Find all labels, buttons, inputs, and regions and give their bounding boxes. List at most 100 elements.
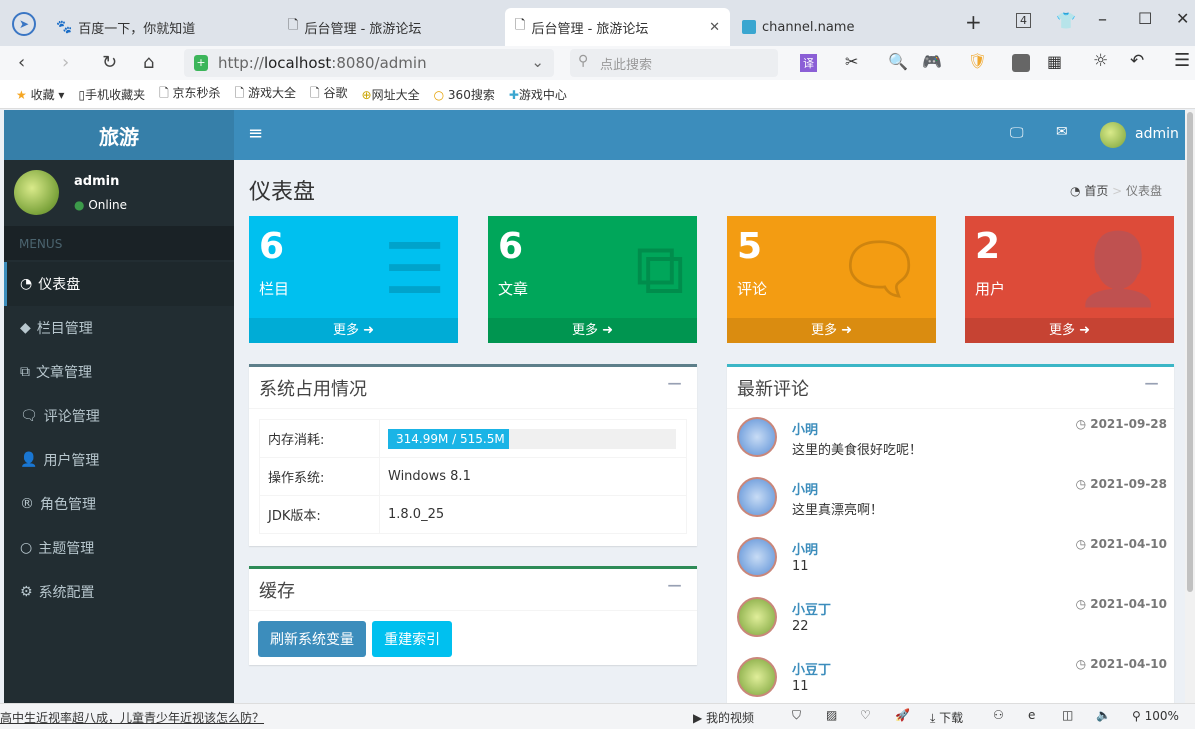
user-icon: 👤: [20, 452, 38, 468]
bookmarks-bar: ★ 收藏 ▾ ▯手机收藏夹 🗋 京东秒杀 🗋 游戏大全 🗋 谷歌 ⊕网址大全 ○…: [0, 80, 1195, 109]
menu-icon[interactable]: ☰: [1174, 50, 1190, 71]
breadcrumb-home[interactable]: 首页: [1084, 184, 1108, 198]
sidebar-user-name: admin: [74, 174, 120, 189]
registered-icon: ®: [20, 496, 34, 512]
more-link[interactable]: 更多 ➜: [965, 318, 1174, 343]
collapse-icon[interactable]: −: [666, 371, 683, 395]
tab-admin-1[interactable]: 🗋 后台管理 - 旅游论坛: [278, 8, 503, 46]
tab-channel[interactable]: channel.name: [732, 8, 912, 46]
page-scrollbar[interactable]: [1185, 110, 1195, 703]
window-icon[interactable]: ◫: [1062, 708, 1073, 722]
browser-tab-bar: ➤ 🐾 百度一下，你就知道 🗋 后台管理 - 旅游论坛 🗋 后台管理 - 旅游论坛 ✕ …: [0, 0, 1195, 46]
bookmark-game-center[interactable]: ✚游戏中心: [509, 86, 567, 103]
bookmark-360[interactable]: ○ 360搜索: [434, 86, 495, 103]
health-icon[interactable]: ♡: [860, 708, 871, 722]
circle-icon: ○: [20, 540, 33, 556]
bookmark-mobile[interactable]: ▯手机收藏夹: [78, 86, 145, 103]
more-link[interactable]: 更多 ➜: [727, 318, 936, 343]
dropdown-icon[interactable]: ⌄: [531, 53, 544, 71]
bookmark-jd[interactable]: 🗋 京东秒杀: [159, 84, 220, 105]
minimize-icon[interactable]: –: [1098, 9, 1107, 30]
rebuild-index-button[interactable]: 重建索引: [372, 621, 453, 657]
comments-icon: 🗨: [20, 408, 38, 424]
bookmark-games[interactable]: 🗋 游戏大全: [235, 84, 296, 105]
close-window-icon[interactable]: ✕: [1176, 9, 1189, 28]
image-icon[interactable]: ▨: [826, 708, 837, 722]
stat-box-articles: ⧉ 6 文章 更多 ➜: [488, 216, 697, 343]
reader-icon[interactable]: [1012, 54, 1030, 72]
bookmark-hao[interactable]: ⊕网址大全: [362, 86, 420, 103]
new-tab-icon[interactable]: +: [965, 10, 982, 34]
avatar: [737, 537, 777, 577]
avatar[interactable]: [1100, 122, 1126, 148]
close-tab-icon[interactable]: ✕: [709, 20, 720, 35]
sidebar-item-settings[interactable]: ⚙ 系统配置: [4, 570, 234, 614]
my-video-button[interactable]: ▶ 我的视频: [693, 709, 754, 726]
apps-grid-icon[interactable]: ▦: [1047, 52, 1062, 71]
system-usage-box: 系统占用情况 − 内存消耗: 314.99M / 515.5M 操作系统: Windo…: [249, 364, 697, 546]
url-input[interactable]: + http://localhost:8080/admin ⌄: [184, 49, 554, 77]
avatar: [737, 477, 777, 517]
volume-icon[interactable]: 🔈: [1096, 708, 1111, 722]
jdk-row: JDK版本: 1.8.0_25: [260, 495, 686, 533]
reload-icon[interactable]: ↻: [102, 52, 117, 73]
browser-status-bar: 高中生近视率超八成，儿童青少年近视该怎么防？ ▶ 我的视频 ⛉ ▨ ♡ 🚀 ⤓ …: [0, 703, 1195, 729]
page-icon: 🗋: [288, 18, 299, 33]
download-button[interactable]: ⤓ 下载: [930, 709, 963, 726]
scissors-icon[interactable]: ✂: [845, 52, 858, 71]
forward-icon[interactable]: ›: [62, 52, 69, 73]
sidebar-item-roles[interactable]: ® 角色管理: [4, 482, 234, 526]
sidebar-item-comments[interactable]: 🗨 评论管理: [4, 394, 234, 438]
tab-count[interactable]: 4: [1016, 13, 1031, 28]
zoom-level[interactable]: ⚲ 100%: [1132, 709, 1179, 723]
monitor-icon[interactable]: 🖵: [1010, 125, 1024, 141]
user-icon: 👤: [1074, 228, 1162, 310]
mail-icon[interactable]: ✉: [1056, 124, 1068, 140]
clock-icon: ◷: [1075, 417, 1087, 431]
brightness-icon[interactable]: ☼: [1093, 51, 1108, 71]
navbar-user-name[interactable]: admin: [1135, 126, 1179, 142]
sidebar-item-themes[interactable]: ○ 主题管理: [4, 526, 234, 570]
game-icon[interactable]: 🎮: [922, 52, 942, 71]
sidebar-item-channels[interactable]: ◆ 栏目管理: [4, 306, 234, 350]
tags-icon: ◆: [20, 320, 31, 336]
rocket-icon[interactable]: 🚀: [895, 708, 910, 722]
sidebar-toggle-icon[interactable]: ≡: [248, 123, 263, 144]
bookmark-favorites[interactable]: ★ 收藏 ▾: [16, 86, 64, 103]
breadcrumb-current: 仪表盘: [1126, 184, 1163, 198]
refresh-variables-button[interactable]: 刷新系统变量: [258, 621, 366, 657]
security-icon[interactable]: ⛉: [792, 708, 801, 723]
ie-icon[interactable]: e: [1028, 708, 1035, 722]
more-link[interactable]: 更多 ➜: [249, 318, 458, 343]
maximize-icon[interactable]: ☐: [1138, 9, 1152, 28]
home-icon[interactable]: ⌂: [143, 52, 154, 73]
tab-admin-active[interactable]: 🗋 后台管理 - 旅游论坛 ✕: [505, 8, 730, 46]
search-icon: ⚲: [578, 53, 589, 69]
tab-baidu[interactable]: 🐾 百度一下，你就知道: [46, 8, 271, 46]
sidebar-item-users[interactable]: 👤 用户管理: [4, 438, 234, 482]
bookmark-google[interactable]: 🗋 谷歌: [310, 84, 347, 105]
network-icon[interactable]: ⚇: [993, 708, 1004, 722]
app-logo[interactable]: 旅游: [4, 110, 234, 160]
comment-item: 小明 这里的美食很好吃呢！ ◷ 2021-09-28: [737, 413, 1167, 473]
shield-icon[interactable]: 🛡: [968, 52, 987, 70]
address-toolbar: ‹ › ↻ ⌂ + http://localhost:8080/admin ⌄ …: [0, 46, 1195, 80]
news-link[interactable]: 高中生近视率超八成，儿童青少年近视该怎么防？: [0, 709, 264, 726]
memory-progress: 314.99M / 515.5M: [388, 428, 676, 449]
magnifier-icon[interactable]: 🔍: [888, 52, 908, 71]
search-input[interactable]: ⚲ 点此搜索: [570, 49, 778, 77]
comment-item: 小豆丁 22 ◷ 2021-04-10: [737, 593, 1167, 653]
skin-icon[interactable]: 👕: [1056, 11, 1076, 30]
collapse-icon[interactable]: −: [1143, 371, 1160, 395]
collapse-icon[interactable]: −: [666, 573, 683, 597]
translate-icon[interactable]: 译: [800, 54, 817, 72]
undo-icon[interactable]: ↶: [1130, 51, 1144, 71]
sidebar-item-dashboard[interactable]: ◔ 仪表盘: [4, 262, 234, 306]
comments-icon: 🗨: [835, 228, 924, 310]
comment-item: 小明 11 ◷ 2021-04-10: [737, 533, 1167, 593]
sidebar-item-articles[interactable]: ⧉ 文章管理: [4, 350, 234, 394]
more-link[interactable]: 更多 ➜: [488, 318, 697, 343]
hao-icon: ⊕: [361, 87, 372, 102]
breadcrumb: ◔ 首页 > 仪表盘: [1070, 184, 1163, 198]
back-icon[interactable]: ‹: [18, 52, 25, 73]
